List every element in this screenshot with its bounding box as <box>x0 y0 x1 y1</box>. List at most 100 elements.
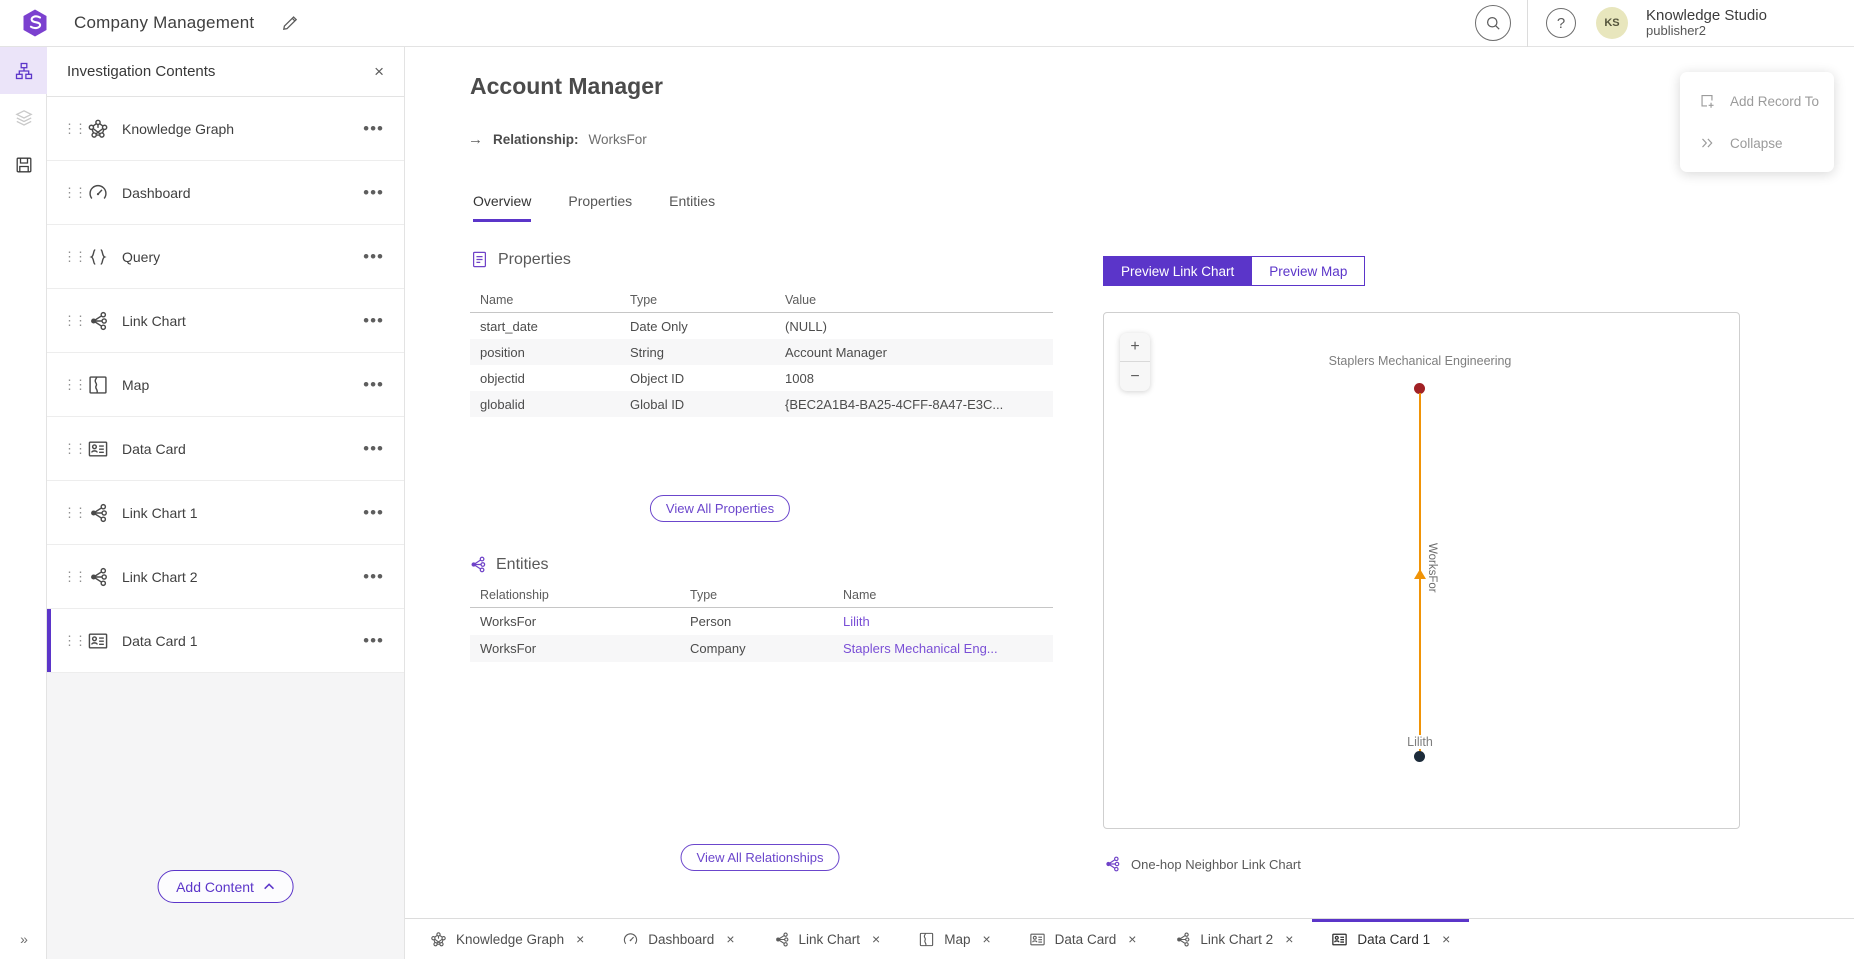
rail-item-contents[interactable] <box>0 47 47 94</box>
view-all-relationships-button[interactable]: View All Relationships <box>681 844 840 871</box>
edit-title-icon[interactable] <box>280 13 300 33</box>
drag-handle[interactable]: ⋮⋮ <box>63 313 79 329</box>
top-node-label[interactable]: Staplers Mechanical Engineering <box>1326 354 1515 368</box>
drag-handle[interactable]: ⋮⋮ <box>63 569 79 585</box>
rail-item-save[interactable] <box>0 141 47 188</box>
content-item-label: Data Card 1 <box>122 633 363 649</box>
close-tab-icon[interactable]: × <box>1442 931 1450 947</box>
item-overflow-menu-icon[interactable]: ••• <box>363 631 384 651</box>
content-list-item[interactable]: ⋮⋮ Link Chart ••• <box>47 289 404 353</box>
property-type: Global ID <box>620 397 775 412</box>
close-tab-icon[interactable]: × <box>726 931 734 947</box>
item-overflow-menu-icon[interactable]: ••• <box>363 439 384 459</box>
properties-heading-label: Properties <box>498 251 571 269</box>
item-overflow-menu-icon[interactable]: ••• <box>363 183 384 203</box>
add-content-label: Add Content <box>176 879 254 895</box>
item-overflow-menu-icon[interactable]: ••• <box>363 119 384 139</box>
zoom-out-button[interactable]: − <box>1120 362 1150 391</box>
bottom-tab-icon <box>1174 931 1191 948</box>
property-value: (NULL) <box>775 319 1053 334</box>
property-row[interactable]: position String Account Manager <box>470 339 1053 365</box>
entities-table: Relationship Type Name WorksFor Person L… <box>470 582 1053 662</box>
add-content-button[interactable]: Add Content <box>157 870 294 903</box>
close-tab-icon[interactable]: × <box>982 931 990 947</box>
item-overflow-menu-icon[interactable]: ••• <box>363 567 384 587</box>
property-row[interactable]: objectid Object ID 1008 <box>470 365 1053 391</box>
bottom-tab[interactable]: Data Card × <box>1010 919 1156 959</box>
app-title: Company Management <box>74 13 254 33</box>
content-list-item[interactable]: ⋮⋮ Knowledge Graph ••• <box>47 97 404 161</box>
link-chart-preview[interactable]: + − Staplers Mechanical Engineering Work… <box>1103 312 1740 829</box>
item-overflow-menu-icon[interactable]: ••• <box>363 375 384 395</box>
bottom-tab[interactable]: Dashboard × <box>603 919 753 959</box>
property-type: String <box>620 345 775 360</box>
zoom-in-button[interactable]: + <box>1120 333 1150 362</box>
drag-handle[interactable]: ⋮⋮ <box>63 377 79 393</box>
content-list-item[interactable]: ⋮⋮ Query ••• <box>47 225 404 289</box>
properties-heading: Properties <box>470 250 571 269</box>
detail-tab[interactable]: Properties <box>568 193 632 222</box>
bottom-tab[interactable]: Link Chart × <box>754 919 900 959</box>
search-button[interactable] <box>1475 5 1511 41</box>
content-item-label: Query <box>122 249 363 265</box>
context-menu-item[interactable]: Collapse <box>1680 122 1834 164</box>
record-context-menu: Add Record To Collapse <box>1680 72 1834 172</box>
edge-label[interactable]: WorksFor <box>1426 541 1438 595</box>
bottom-tab[interactable]: Data Card 1 × <box>1312 919 1469 959</box>
content-list-item[interactable]: ⋮⋮ Dashboard ••• <box>47 161 404 225</box>
content-list-item[interactable]: ⋮⋮ Map ••• <box>47 353 404 417</box>
content-item-icon <box>87 502 109 524</box>
property-row[interactable]: globalid Global ID {BEC2A1B4-BA25-4CFF-8… <box>470 391 1053 417</box>
content-list-item[interactable]: ⋮⋮ Data Card ••• <box>47 417 404 481</box>
avatar[interactable]: KS <box>1596 7 1628 39</box>
drag-handle[interactable]: ⋮⋮ <box>63 633 79 649</box>
close-tab-icon[interactable]: × <box>1128 931 1136 947</box>
entity-row[interactable]: WorksFor Company Staplers Mechanical Eng… <box>470 635 1053 662</box>
preview-toggle-button[interactable]: Preview Link Chart <box>1103 256 1252 286</box>
link-chart-icon <box>1103 855 1121 873</box>
bottom-tab[interactable]: Knowledge Graph × <box>411 919 603 959</box>
bottom-node-dot[interactable] <box>1414 751 1425 762</box>
close-panel-icon[interactable]: × <box>374 63 384 80</box>
entity-row[interactable]: WorksFor Person Lilith <box>470 608 1053 635</box>
view-all-relationships-label: View All Relationships <box>697 850 824 865</box>
rail-item-layers[interactable] <box>0 94 47 141</box>
entity-name-link[interactable]: Lilith <box>833 614 1053 629</box>
drag-handle[interactable]: ⋮⋮ <box>63 185 79 201</box>
bottom-tab[interactable]: Map × <box>899 919 1009 959</box>
help-button[interactable]: ? <box>1546 8 1576 38</box>
bottom-node-label[interactable]: Lilith <box>1404 735 1436 749</box>
context-menu-item[interactable]: Add Record To <box>1680 80 1834 122</box>
close-tab-icon[interactable]: × <box>576 931 584 947</box>
entity-name-link[interactable]: Staplers Mechanical Eng... <box>833 641 1053 656</box>
item-overflow-menu-icon[interactable]: ••• <box>363 503 384 523</box>
user-block[interactable]: Knowledge Studio publisher2 <box>1646 7 1854 39</box>
view-all-properties-button[interactable]: View All Properties <box>650 495 790 522</box>
detail-tab[interactable]: Entities <box>669 193 715 222</box>
bottom-tab-label: Data Card 1 <box>1357 932 1430 947</box>
bottom-tab[interactable]: Link Chart 2 × <box>1155 919 1312 959</box>
item-overflow-menu-icon[interactable]: ••• <box>363 311 384 331</box>
detail-tab-label: Entities <box>669 193 715 209</box>
property-name: objectid <box>470 371 620 386</box>
drag-handle[interactable]: ⋮⋮ <box>63 121 79 137</box>
close-tab-icon[interactable]: × <box>1285 931 1293 947</box>
preview-toggle-button[interactable]: Preview Map <box>1252 256 1365 286</box>
record-subtitle: → Relationship: WorksFor <box>468 131 647 148</box>
item-overflow-menu-icon[interactable]: ••• <box>363 247 384 267</box>
content-list-item[interactable]: ⋮⋮ Link Chart 2 ••• <box>47 545 404 609</box>
content-list-item[interactable]: ⋮⋮ Link Chart 1 ••• <box>47 481 404 545</box>
content-list: ⋮⋮ Knowledge Graph ••• ⋮⋮ Dashboard ••• … <box>47 97 404 673</box>
app-logo-icon[interactable] <box>20 8 50 38</box>
content-list-item[interactable]: ⋮⋮ Data Card 1 ••• <box>47 609 404 673</box>
bottom-tab-icon <box>1029 931 1046 948</box>
property-row[interactable]: start_date Date Only (NULL) <box>470 313 1053 339</box>
chevron-up-icon <box>264 883 275 890</box>
detail-tab[interactable]: Overview <box>473 193 531 222</box>
drag-handle[interactable]: ⋮⋮ <box>63 505 79 521</box>
bottom-tab-icon <box>1331 931 1348 948</box>
close-tab-icon[interactable]: × <box>872 931 880 947</box>
drag-handle[interactable]: ⋮⋮ <box>63 249 79 265</box>
drag-handle[interactable]: ⋮⋮ <box>63 441 79 457</box>
expand-panel-icon[interactable]: » <box>0 931 47 947</box>
